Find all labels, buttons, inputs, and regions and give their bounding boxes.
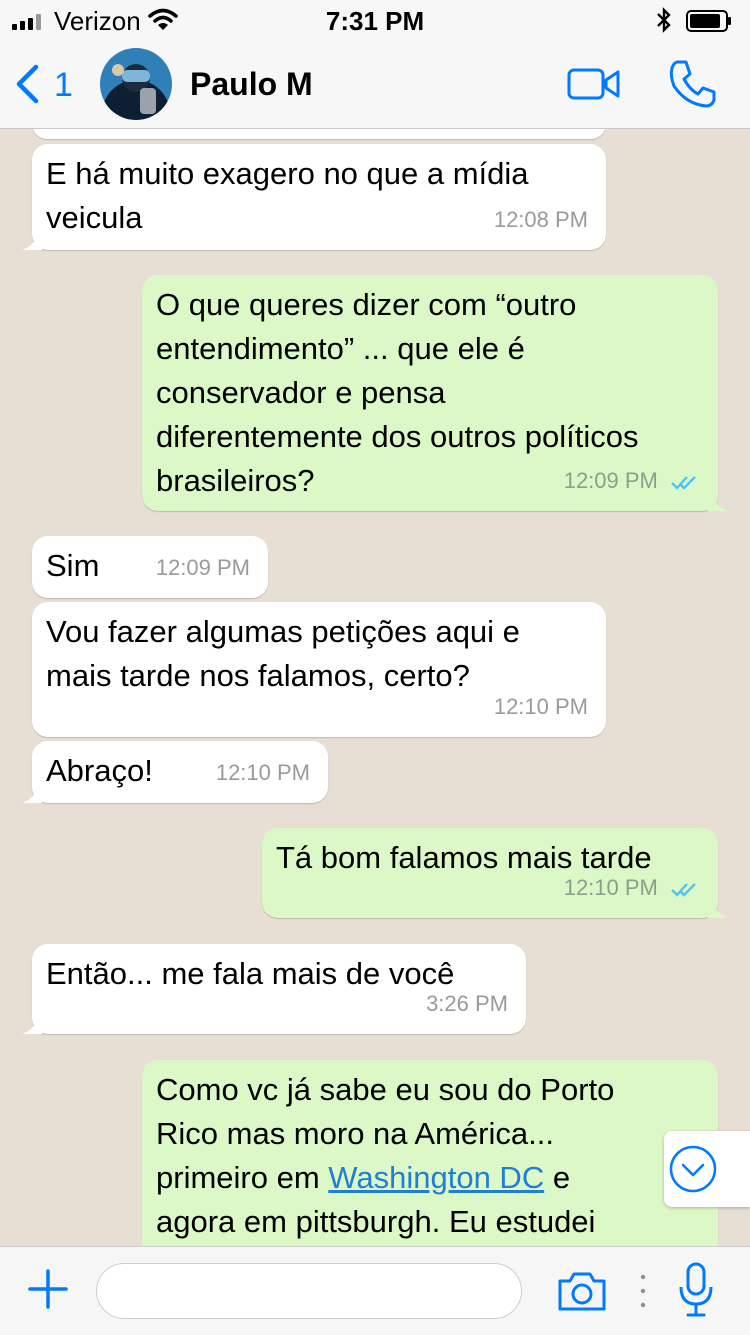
message-bubble-incoming[interactable]: Então... me fala mais de você 3:26 PM (22, 944, 526, 1034)
avatar-image (100, 48, 172, 120)
message-status: 12:10 PM (564, 866, 700, 910)
message-status: 12:09 PM (564, 459, 700, 503)
divider-dots (640, 1274, 646, 1308)
message-time: 12:10 PM (493, 694, 588, 719)
scroll-to-bottom-button[interactable] (664, 1131, 750, 1207)
video-call-icon[interactable] (566, 64, 622, 104)
phone-icon[interactable] (664, 56, 720, 112)
camera-icon[interactable] (556, 1269, 608, 1313)
message-time: 12:09 PM (155, 555, 250, 580)
message-text: Sim (46, 548, 100, 583)
message-input[interactable] (96, 1263, 522, 1319)
message-list[interactable]: E há muito exagero no que a mídia veicul… (0, 129, 750, 1246)
bubble-tail (22, 783, 42, 803)
message-bubble-incoming[interactable]: Abraço! 12:10 PM (22, 741, 328, 803)
bluetooth-icon (657, 7, 671, 33)
bubble-tail (22, 230, 42, 250)
message-time: 12:10 PM (215, 760, 310, 785)
read-receipt-icon (671, 883, 696, 897)
message-bubble-partial (32, 129, 606, 139)
location-link[interactable]: Washington DC (328, 1160, 544, 1195)
message-text: E há muito exagero no que a mídia veicul… (46, 156, 529, 235)
plus-icon[interactable] (26, 1267, 70, 1311)
avatar[interactable] (100, 48, 172, 120)
message-bubble-outgoing[interactable]: Tá bom falamos mais tarde 12:10 PM (262, 828, 728, 918)
unread-count: 1 (54, 66, 73, 104)
status-bar: Verizon 7:31 PM (0, 0, 750, 40)
message-bubble-incoming[interactable]: Sim 12:09 PM (32, 536, 268, 598)
message-time: 12:09 PM (563, 468, 658, 493)
battery-icon (686, 10, 731, 32)
composer-bar (0, 1246, 750, 1335)
back-button[interactable]: 1 (14, 60, 94, 108)
message-time: 12:08 PM (493, 207, 588, 232)
message-text: Então... me fala mais de você (46, 956, 455, 991)
microphone-icon[interactable] (676, 1261, 716, 1319)
message-time: 12:10 PM (563, 875, 658, 900)
message-bubble-outgoing[interactable]: O que queres dizer com “outro entendimen… (142, 275, 728, 511)
chevron-down-icon (669, 1145, 717, 1193)
message-bubble-outgoing[interactable]: Como vc já sabe eu sou do Porto Rico mas… (142, 1060, 718, 1246)
back-chevron-icon (16, 64, 39, 104)
bubble-tail (708, 491, 728, 511)
bubble-tail (708, 898, 728, 918)
message-bubble-incoming[interactable]: E há muito exagero no que a mídia veicul… (22, 144, 606, 250)
contact-name[interactable]: Paulo M (190, 66, 313, 103)
chat-header: 1 Paulo M (0, 40, 750, 129)
message-time: 3:26 PM (426, 991, 508, 1016)
message-bubble-incoming[interactable]: Vou fazer algumas petições aqui e mais t… (32, 602, 606, 737)
bubble-tail (22, 1014, 42, 1034)
clock: 7:31 PM (325, 6, 425, 36)
message-text: Como vc já sabe eu sou do Porto Rico mas… (156, 1068, 614, 1244)
message-text: Vou fazer algumas petições aqui e mais t… (46, 614, 520, 693)
message-text: Abraço! (46, 753, 153, 788)
read-receipt-icon (671, 476, 696, 490)
